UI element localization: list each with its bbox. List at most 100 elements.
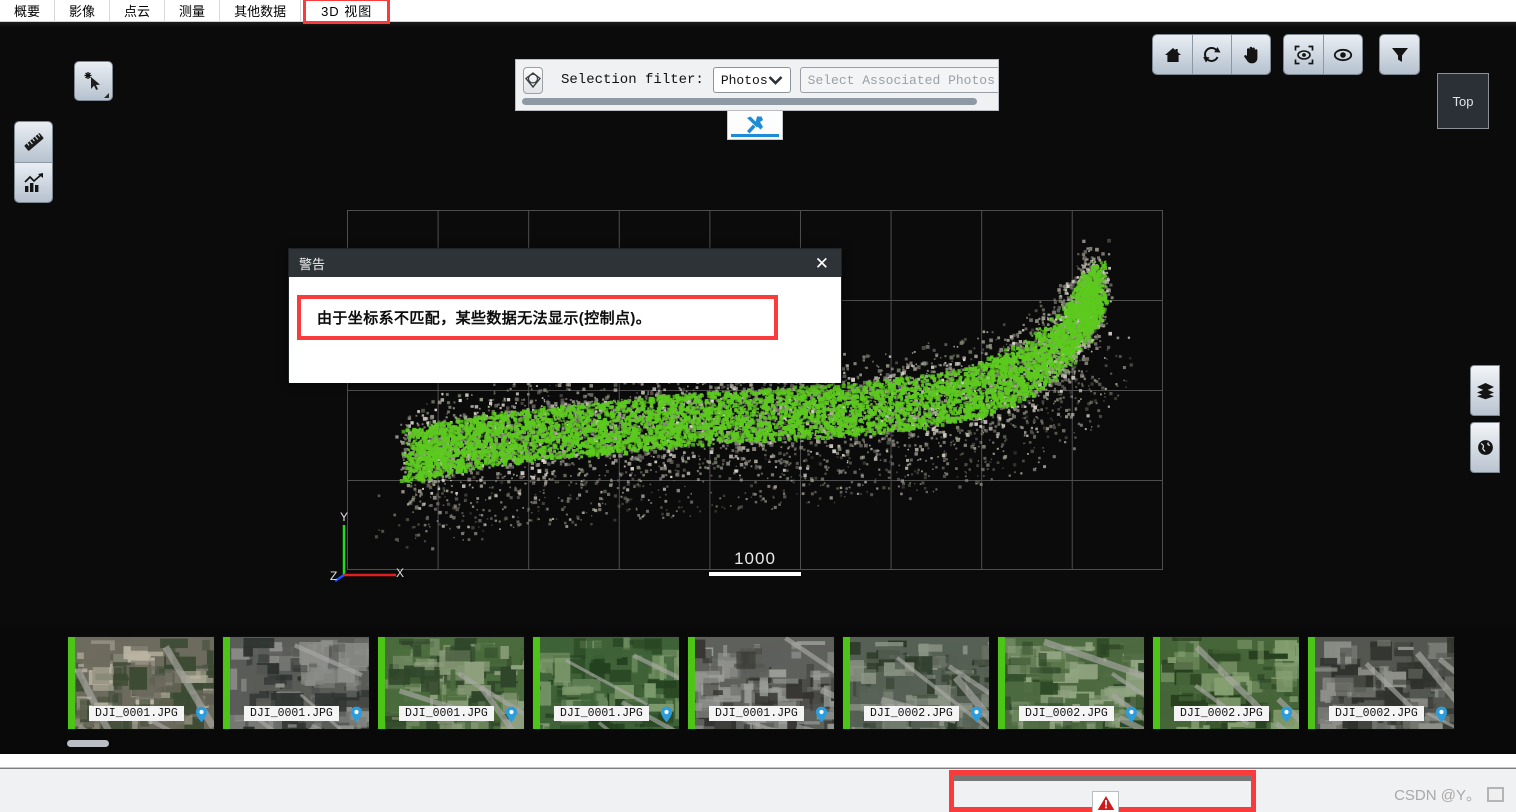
- layers-panel-button[interactable]: [1470, 365, 1500, 416]
- polygon-select-button[interactable]: [523, 66, 543, 94]
- warning-status-button[interactable]: [1092, 791, 1119, 812]
- map-pin-icon[interactable]: [1280, 706, 1293, 723]
- selection-filter-dropdown[interactable]: Photos: [712, 67, 791, 93]
- left-tool-stack: [14, 121, 53, 203]
- thumbnail-item[interactable]: DJI_0002.JPG: [997, 636, 1145, 730]
- tab-pointcloud[interactable]: 点云: [110, 0, 166, 22]
- home-view-button[interactable]: [1153, 35, 1192, 74]
- filter-tool-group: [1379, 34, 1420, 75]
- scale-bar: 1000: [709, 549, 801, 576]
- layers-icon: [1476, 383, 1494, 400]
- axis-gizmo: Y X Z: [330, 507, 420, 587]
- tab-overview[interactable]: 概要: [0, 0, 56, 22]
- tab-measurement[interactable]: 测量: [165, 0, 221, 22]
- photo-filmstrip[interactable]: DJI_0001.JPG DJI_0001.JPG DJI_0001.JPG D…: [0, 628, 1516, 754]
- hand-icon: [1243, 46, 1257, 64]
- pan-view-button[interactable]: [1231, 35, 1270, 74]
- thumbnail-list: DJI_0001.JPG DJI_0001.JPG DJI_0001.JPG D…: [67, 636, 1455, 730]
- map-pin-icon[interactable]: [660, 706, 673, 723]
- selection-panel-scrollbar[interactable]: [522, 98, 977, 105]
- thumbnail-filename: DJI_0001.JPG: [244, 706, 339, 721]
- thumbnail-selection-bar: [998, 637, 1005, 729]
- dialog-message-highlight: 由于坐标系不匹配，某些数据无法显示(控制点)。: [297, 295, 778, 340]
- view-cube[interactable]: Top: [1437, 73, 1489, 129]
- funnel-icon: [1391, 47, 1408, 62]
- home-icon: [1164, 47, 1181, 62]
- selection-filter-label: Selection filter:: [561, 72, 704, 88]
- right-edge-panel-toggles: [1470, 365, 1500, 473]
- visibility-button[interactable]: [1323, 35, 1362, 74]
- filter-button[interactable]: [1380, 35, 1419, 74]
- tab-label: 影像: [69, 4, 96, 19]
- cursor-select-icon: [84, 72, 100, 90]
- dialog-title: 警告: [299, 256, 326, 272]
- thumbnail-item[interactable]: DJI_0001.JPG: [222, 636, 370, 730]
- scale-value: 1000: [734, 549, 776, 568]
- thumbnail-selection-bar: [68, 637, 75, 729]
- watermark: CSDN @Y。: [1394, 784, 1504, 805]
- thumbnail-filename: DJI_0002.JPG: [1019, 706, 1114, 721]
- globe-panel-button[interactable]: [1470, 422, 1500, 473]
- watermark-text: CSDN @Y。: [1394, 787, 1481, 804]
- view-tool-group: [1283, 34, 1363, 75]
- map-pin-icon[interactable]: [195, 706, 208, 723]
- thumbnail-selection-bar: [533, 637, 540, 729]
- axis-label-y: Y: [340, 510, 349, 524]
- tab-label: 概要: [14, 4, 41, 19]
- tools-tab-button[interactable]: [727, 111, 783, 140]
- select-tool-button[interactable]: [74, 61, 113, 101]
- dropdown-corner-icon: [104, 93, 109, 98]
- thumbnail-item[interactable]: DJI_0001.JPG: [532, 636, 680, 730]
- view-cube-label: Top: [1452, 93, 1474, 109]
- rotate-view-button[interactable]: [1192, 35, 1231, 74]
- map-pin-icon[interactable]: [1435, 706, 1448, 723]
- status-highlight-band: [954, 775, 1251, 781]
- map-pin-icon[interactable]: [970, 706, 983, 723]
- thumbnail-item[interactable]: DJI_0002.JPG: [1307, 636, 1455, 730]
- measure-tool-button[interactable]: [15, 122, 52, 162]
- globe-icon: [1477, 440, 1493, 455]
- thumbnail-selection-bar: [1153, 637, 1160, 729]
- analysis-tool-button[interactable]: [15, 162, 52, 202]
- thumbnail-filename: DJI_0001.JPG: [554, 706, 649, 721]
- axis-label-z: Z: [330, 569, 338, 583]
- thumbnail-selection-bar: [1308, 637, 1315, 729]
- tab-label: 测量: [179, 4, 206, 19]
- thumbnail-filename: DJI_0002.JPG: [1329, 706, 1424, 721]
- thumbnail-selection-bar: [843, 637, 850, 729]
- associated-photos-input[interactable]: Select Associated Photos: [799, 67, 998, 93]
- thumbnail-filename: DJI_0001.JPG: [709, 706, 804, 721]
- status-warning-highlight: [949, 770, 1256, 812]
- close-icon[interactable]: ✕: [813, 255, 831, 272]
- map-pin-icon[interactable]: [350, 706, 363, 723]
- thumbnail-item[interactable]: DJI_0001.JPG: [687, 636, 835, 730]
- rotate-icon: [1203, 46, 1221, 62]
- thumbnail-item[interactable]: DJI_0002.JPG: [842, 636, 990, 730]
- dialog-header: 警告 ✕: [289, 249, 841, 277]
- map-pin-icon[interactable]: [815, 706, 828, 723]
- main-tab-bar: 概要 影像 点云 测量 其他数据 3D 视图: [0, 0, 1516, 24]
- fit-view-button[interactable]: [1284, 35, 1323, 74]
- eye-icon: [1333, 48, 1353, 61]
- thumbnail-filename: DJI_0002.JPG: [1174, 706, 1269, 721]
- thumbnail-item[interactable]: DJI_0001.JPG: [67, 636, 215, 730]
- map-pin-icon[interactable]: [505, 706, 518, 723]
- thumbnail-selection-bar: [223, 637, 230, 729]
- app-window: 概要 影像 点云 测量 其他数据 3D 视图 Y X Z 1000 Top Se…: [0, 0, 1516, 812]
- filmstrip-scrollbar[interactable]: [67, 740, 109, 747]
- thumbnail-item[interactable]: DJI_0001.JPG: [377, 636, 525, 730]
- tab-imagery[interactable]: 影像: [55, 0, 111, 22]
- navigation-tool-group: [1152, 34, 1271, 75]
- bottom-spacer: [0, 754, 1516, 768]
- map-pin-icon[interactable]: [1125, 706, 1138, 723]
- thumbnail-item[interactable]: DJI_0002.JPG: [1152, 636, 1300, 730]
- axis-label-x: X: [396, 566, 405, 580]
- tab-other-data[interactable]: 其他数据: [220, 0, 302, 22]
- tools-icon: [747, 116, 763, 134]
- dialog-message: 由于坐标系不匹配，某些数据无法显示(控制点)。: [317, 310, 652, 327]
- tab-label: 3D 视图: [321, 4, 373, 19]
- dialog-body: 由于坐标系不匹配，某些数据无法显示(控制点)。: [289, 277, 841, 383]
- status-bar: [0, 768, 1516, 812]
- tab-3d-view[interactable]: 3D 视图: [303, 0, 391, 24]
- tools-tab-underline: [731, 134, 779, 137]
